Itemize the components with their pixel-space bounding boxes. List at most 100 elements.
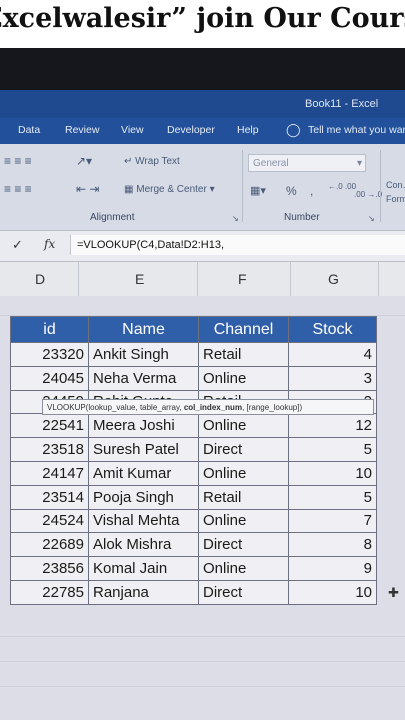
wrap-text-button[interactable]: ↵ Wrap Text [124, 156, 180, 167]
data-table: id Name Channel Stock 23320 Ankit Singh Re… [10, 316, 377, 605]
alignment-launcher-icon[interactable]: ↘ [232, 214, 239, 223]
tab-view[interactable]: View [121, 124, 144, 136]
cell-id[interactable]: 22689 [10, 532, 89, 558]
conditional-formatting-button[interactable]: Con… [386, 180, 405, 190]
tab-data[interactable]: Data [18, 124, 40, 136]
cell-stock[interactable]: 12 [288, 413, 377, 439]
header-id[interactable]: id [10, 316, 89, 343]
cell-channel[interactable]: Online [198, 508, 289, 534]
formula-bar: ✓ fx =VLOOKUP(C4,Data!D2:H13, [0, 230, 405, 262]
enter-check-icon[interactable]: ✓ [12, 237, 23, 253]
cell-name[interactable]: Meera Joshi [88, 413, 199, 439]
cell-id[interactable]: 24147 [10, 460, 89, 486]
column-header-e[interactable]: E [135, 271, 144, 287]
percent-button[interactable]: % [286, 184, 297, 198]
insert-function-icon[interactable]: fx [44, 237, 55, 251]
cell-channel[interactable]: Online [198, 556, 289, 581]
cell-name[interactable]: Ranjana [88, 579, 199, 605]
cell-id[interactable]: 23320 [10, 342, 89, 367]
header-name[interactable]: Name [88, 316, 199, 343]
cell-stock[interactable]: 8 [288, 532, 377, 558]
table-row: 22785 Ranjana Direct 10 [10, 579, 377, 605]
align-top-icon[interactable]: ≡ ≡ ≡ [4, 154, 32, 168]
cell-channel[interactable]: Online [198, 413, 289, 439]
tooltip-current-arg: col_index_num [183, 403, 243, 412]
decrease-decimal-button[interactable]: .00 →.0 [354, 190, 382, 199]
align-center-icon[interactable]: ≡ ≡ ≡ [4, 182, 32, 196]
row-gridline [0, 636, 405, 637]
column-header-g[interactable]: G [328, 271, 339, 287]
header-channel[interactable]: Channel [198, 316, 289, 343]
cell-id[interactable]: 22541 [10, 413, 89, 439]
table-row: 24147 Amit Kumar Online 10 [10, 460, 377, 486]
cell-id[interactable]: 22785 [10, 579, 89, 605]
cell-name[interactable]: Komal Jain [88, 556, 199, 581]
function-tooltip: VLOOKUP(lookup_value, table_array, col_i… [42, 399, 374, 415]
cell-stock[interactable]: 5 [288, 484, 377, 510]
cell-channel[interactable]: Direct [198, 532, 289, 558]
cell-id[interactable]: 23856 [10, 556, 89, 581]
alignment-group-label: Alignment [90, 212, 135, 223]
chevron-down-icon: ▾ [356, 158, 362, 169]
cell-channel[interactable]: Retail [198, 342, 289, 367]
cell-channel[interactable]: Direct [198, 437, 289, 462]
ribbon-home: ≡ ≡ ≡ ↗▾ ↵ Wrap Text ≡ ≡ ≡ ⇤ ⇥ ▦ Merge &… [0, 144, 405, 230]
cell-stock[interactable]: 9 [288, 556, 377, 581]
cell-channel[interactable]: Online [198, 460, 289, 486]
merge-center-label: Merge & Center [136, 184, 207, 195]
cell-id[interactable]: 23514 [10, 484, 89, 510]
tab-developer[interactable]: Developer [167, 124, 215, 136]
cell-name[interactable]: Alok Mishra [88, 532, 199, 558]
promo-banner: Excelwalesir” join Our Course [0, 0, 405, 48]
cell-channel[interactable]: Online [198, 365, 289, 391]
number-format-select[interactable]: General ▾ [248, 154, 366, 172]
cell-stock[interactable]: 4 [288, 342, 377, 367]
comma-button[interactable]: , [310, 184, 313, 198]
merge-icon: ▦ [124, 184, 137, 195]
window-title: Book11 - Excel [305, 98, 379, 110]
wrap-text-label: Wrap Text [135, 156, 180, 167]
title-bar: Book11 - Excel [0, 90, 405, 118]
cell-id[interactable]: 23518 [10, 437, 89, 462]
column-headers: D E F G [0, 262, 405, 297]
ribbon-separator [242, 150, 243, 222]
monitor-bezel [0, 48, 405, 90]
lightbulb-icon: ◯ [286, 122, 301, 137]
tab-review[interactable]: Review [65, 124, 99, 136]
cell-stock[interactable]: 5 [288, 437, 377, 462]
cell-stock[interactable]: 10 [288, 460, 377, 486]
cell-name[interactable]: Vishal Mehta [88, 508, 199, 534]
tell-me-box[interactable]: Tell me what you want [308, 124, 405, 136]
cell-channel[interactable]: Retail [198, 484, 289, 510]
table-row: 23856 Komal Jain Online 9 [10, 556, 377, 581]
increase-decimal-button[interactable]: ←.0 .00 [328, 182, 356, 191]
tab-help[interactable]: Help [237, 124, 259, 136]
header-stock[interactable]: Stock [288, 316, 377, 343]
merge-center-button[interactable]: ▦ Merge & Center ▾ [124, 184, 215, 195]
cell-stock[interactable]: 10 [288, 579, 377, 605]
orientation-icon[interactable]: ↗▾ [76, 154, 92, 168]
tooltip-function[interactable]: VLOOKUP( [47, 403, 88, 412]
cell-name[interactable]: Suresh Patel [88, 437, 199, 462]
ribbon-separator [380, 150, 381, 222]
cell-stock[interactable]: 7 [288, 508, 377, 534]
cell-name[interactable]: Pooja Singh [88, 484, 199, 510]
table-row: 22541 Meera Joshi Online 12 [10, 413, 377, 439]
cell-id[interactable]: 24045 [10, 365, 89, 391]
number-launcher-icon[interactable]: ↘ [368, 214, 375, 223]
cell-stock[interactable]: 3 [288, 365, 377, 391]
cell-id[interactable]: 24524 [10, 508, 89, 534]
column-divider [78, 262, 79, 296]
cell-name[interactable]: Ankit Singh [88, 342, 199, 367]
indent-icon[interactable]: ⇤ ⇥ [76, 182, 99, 196]
column-header-f[interactable]: F [238, 271, 247, 287]
cell-channel[interactable]: Direct [198, 579, 289, 605]
formula-input[interactable]: =VLOOKUP(C4,Data!D2:H13, [70, 235, 405, 255]
worksheet[interactable]: id Name Channel Stock 23320 Ankit Singh Re… [0, 296, 405, 720]
number-format-value: General [253, 158, 289, 169]
cell-name[interactable]: Amit Kumar [88, 460, 199, 486]
cell-name[interactable]: Neha Verma [88, 365, 199, 391]
currency-button[interactable]: ▦▾ [250, 184, 266, 197]
format-as-table-button[interactable]: Form… [386, 194, 405, 204]
column-header-d[interactable]: D [35, 271, 45, 287]
